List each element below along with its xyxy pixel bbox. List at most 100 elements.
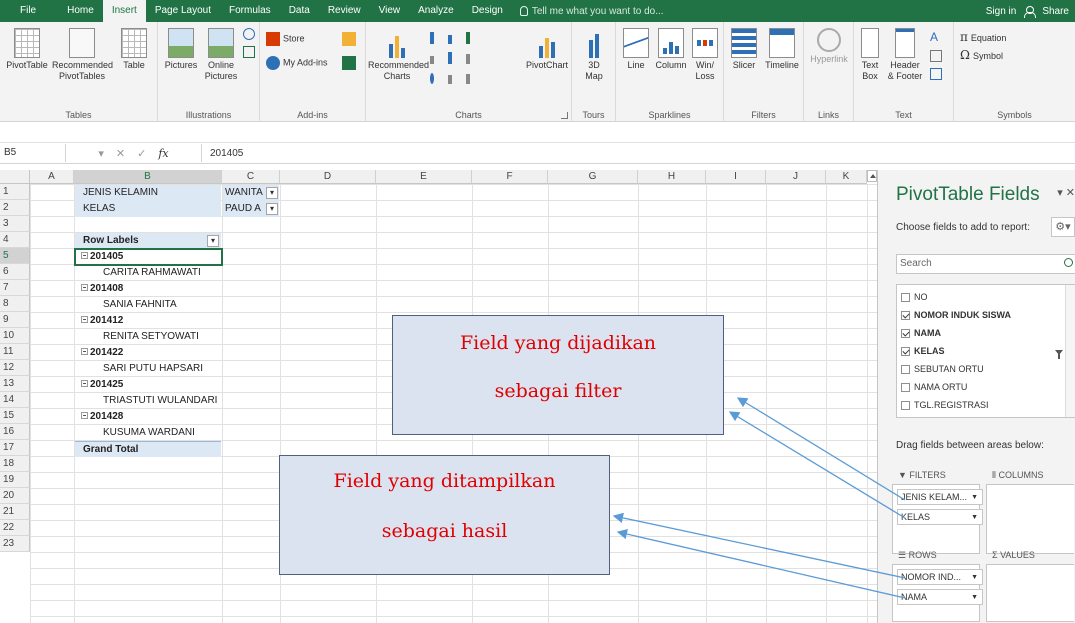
col-header-b[interactable]: B [74, 170, 222, 184]
checkbox[interactable] [901, 400, 910, 410]
row-field-nomor-induk[interactable]: NOMOR IND... ▼ [897, 569, 983, 585]
cancel-icon[interactable]: ✕ [116, 147, 125, 160]
row-labels-dropdown-icon[interactable]: ▾ [207, 235, 219, 247]
checkbox[interactable] [901, 382, 910, 392]
insert-function-icon[interactable]: fx [158, 147, 168, 160]
row-header-17[interactable]: 17 [0, 440, 30, 456]
filter-field-jenis-kelamin[interactable]: JENIS KELAM... ▼ [897, 489, 983, 505]
table-button[interactable]: Table [116, 28, 152, 71]
row-header-2[interactable]: 2 [0, 200, 30, 216]
row-header-18[interactable]: 18 [0, 456, 30, 472]
tab-view[interactable]: View [370, 0, 410, 22]
share-button[interactable]: Share [1042, 6, 1069, 17]
sign-in-link[interactable]: Sign in [986, 6, 1017, 17]
pane-options-icon[interactable]: ▾ ✕ [1057, 186, 1075, 199]
tab-insert[interactable]: Insert [102, 0, 146, 22]
symbol-button[interactable]: Ω Symbol [960, 48, 1003, 62]
row-header-16[interactable]: 16 [0, 424, 30, 440]
col-header-g[interactable]: G [548, 170, 638, 184]
filter-funnel-icon[interactable]: ▾ [266, 203, 278, 215]
row-header-15[interactable]: 15 [0, 408, 30, 424]
pivot-group-row[interactable]: 201425 [75, 377, 221, 393]
columns-area[interactable] [986, 484, 1074, 554]
col-header-i[interactable]: I [706, 170, 766, 184]
equation-button[interactable]: π Equation [960, 30, 1006, 44]
row-header-8[interactable]: 8 [0, 296, 30, 312]
slicer-button[interactable]: Slicer [728, 28, 760, 71]
recommended-pivottables-button[interactable]: Recommended PivotTables [52, 28, 113, 82]
row-header-23[interactable]: 23 [0, 536, 30, 552]
people-graph-icon[interactable] [342, 56, 356, 70]
row-header-19[interactable]: 19 [0, 472, 30, 488]
row-header-7[interactable]: 7 [0, 280, 30, 296]
online-pictures-button[interactable]: Online Pictures [202, 28, 240, 82]
tab-design[interactable]: Design [463, 0, 512, 22]
row-field-nama[interactable]: NAMA ▼ [897, 589, 983, 605]
col-header-e[interactable]: E [376, 170, 472, 184]
filter-field-kelas[interactable]: KELAS ▼ [897, 509, 983, 525]
row-header-20[interactable]: 20 [0, 488, 30, 504]
row-header-12[interactable]: 12 [0, 360, 30, 376]
field-search-input[interactable]: Search [896, 254, 1075, 274]
row-header-11[interactable]: 11 [0, 344, 30, 360]
name-box[interactable]: B5 [0, 144, 66, 162]
chart-type-gallery[interactable] [430, 30, 522, 84]
rows-area[interactable]: NOMOR IND... ▼ NAMA ▼ [892, 564, 983, 622]
row-header-4[interactable]: 4 [0, 232, 30, 248]
tell-me-box[interactable]: Tell me what you want to do... [512, 6, 664, 17]
timeline-button[interactable]: Timeline [762, 28, 802, 71]
collapse-icon[interactable] [81, 316, 88, 323]
sparkline-line-button[interactable]: Line [620, 28, 652, 71]
collapse-icon[interactable] [81, 412, 88, 419]
filter-funnel-icon[interactable]: ▾ [266, 187, 278, 199]
row-header-6[interactable]: 6 [0, 264, 30, 280]
pivot-group-row[interactable]: 201412 [75, 313, 221, 329]
store-button[interactable]: Store [266, 32, 305, 46]
recommended-charts-button[interactable]: Recommended Charts [368, 28, 429, 82]
row-header-10[interactable]: 10 [0, 328, 30, 344]
row-header-14[interactable]: 14 [0, 392, 30, 408]
col-header-h[interactable]: H [638, 170, 706, 184]
chevron-down-icon[interactable]: ▾ [98, 147, 104, 160]
enter-icon[interactable]: ✓ [137, 147, 146, 160]
field-item[interactable]: TGL.REGISTRASI [901, 397, 989, 413]
tab-formulas[interactable]: Formulas [220, 0, 280, 22]
field-item[interactable]: SEBUTAN ORTU [901, 361, 984, 377]
col-header-j[interactable]: J [766, 170, 826, 184]
col-header-a[interactable]: A [30, 170, 74, 184]
collapse-icon[interactable] [81, 284, 88, 291]
collapse-icon[interactable] [81, 348, 88, 355]
text-small-buttons[interactable]: A [930, 30, 950, 80]
row-header-22[interactable]: 22 [0, 520, 30, 536]
pivot-group-row[interactable]: 201422 [75, 345, 221, 361]
col-header-c[interactable]: C [222, 170, 280, 184]
field-item[interactable]: NAMA ORTU [901, 379, 967, 395]
values-area[interactable] [986, 564, 1074, 622]
tab-review[interactable]: Review [319, 0, 370, 22]
row-header-1[interactable]: 1 [0, 184, 30, 200]
formula-input[interactable]: 201405 [202, 148, 243, 159]
bing-maps-icon[interactable] [342, 32, 356, 46]
active-cell-b5[interactable] [74, 248, 223, 266]
pivottable-button[interactable]: PivotTable [4, 28, 50, 71]
3d-map-button[interactable]: 3D Map [576, 28, 612, 82]
filters-area[interactable]: JENIS KELAM... ▼ KELAS ▼ [892, 484, 983, 554]
scroll-up-icon[interactable] [867, 170, 877, 182]
tab-page-layout[interactable]: Page Layout [146, 0, 220, 22]
sparkline-winloss-button[interactable]: Win/ Loss [690, 28, 720, 82]
charts-dialog-launcher[interactable] [561, 112, 568, 119]
pivotchart-button[interactable]: PivotChart [524, 28, 570, 71]
checkbox[interactable] [901, 364, 910, 374]
col-header-k[interactable]: K [826, 170, 867, 184]
checkbox[interactable] [901, 310, 910, 320]
sparkline-column-button[interactable]: Column [654, 28, 688, 71]
row-header-21[interactable]: 21 [0, 504, 30, 520]
field-item[interactable]: NOMOR INDUK SISWA [901, 307, 1011, 323]
my-addins-button[interactable]: My Add-ins [266, 56, 328, 70]
header-footer-button[interactable]: Header & Footer [884, 28, 926, 82]
select-all-corner[interactable] [0, 170, 30, 184]
pivot-group-row[interactable]: 201428 [75, 409, 221, 425]
textbox-button[interactable]: Text Box [858, 28, 882, 82]
checkbox[interactable] [901, 292, 910, 302]
field-item[interactable]: NAMA [901, 325, 941, 341]
